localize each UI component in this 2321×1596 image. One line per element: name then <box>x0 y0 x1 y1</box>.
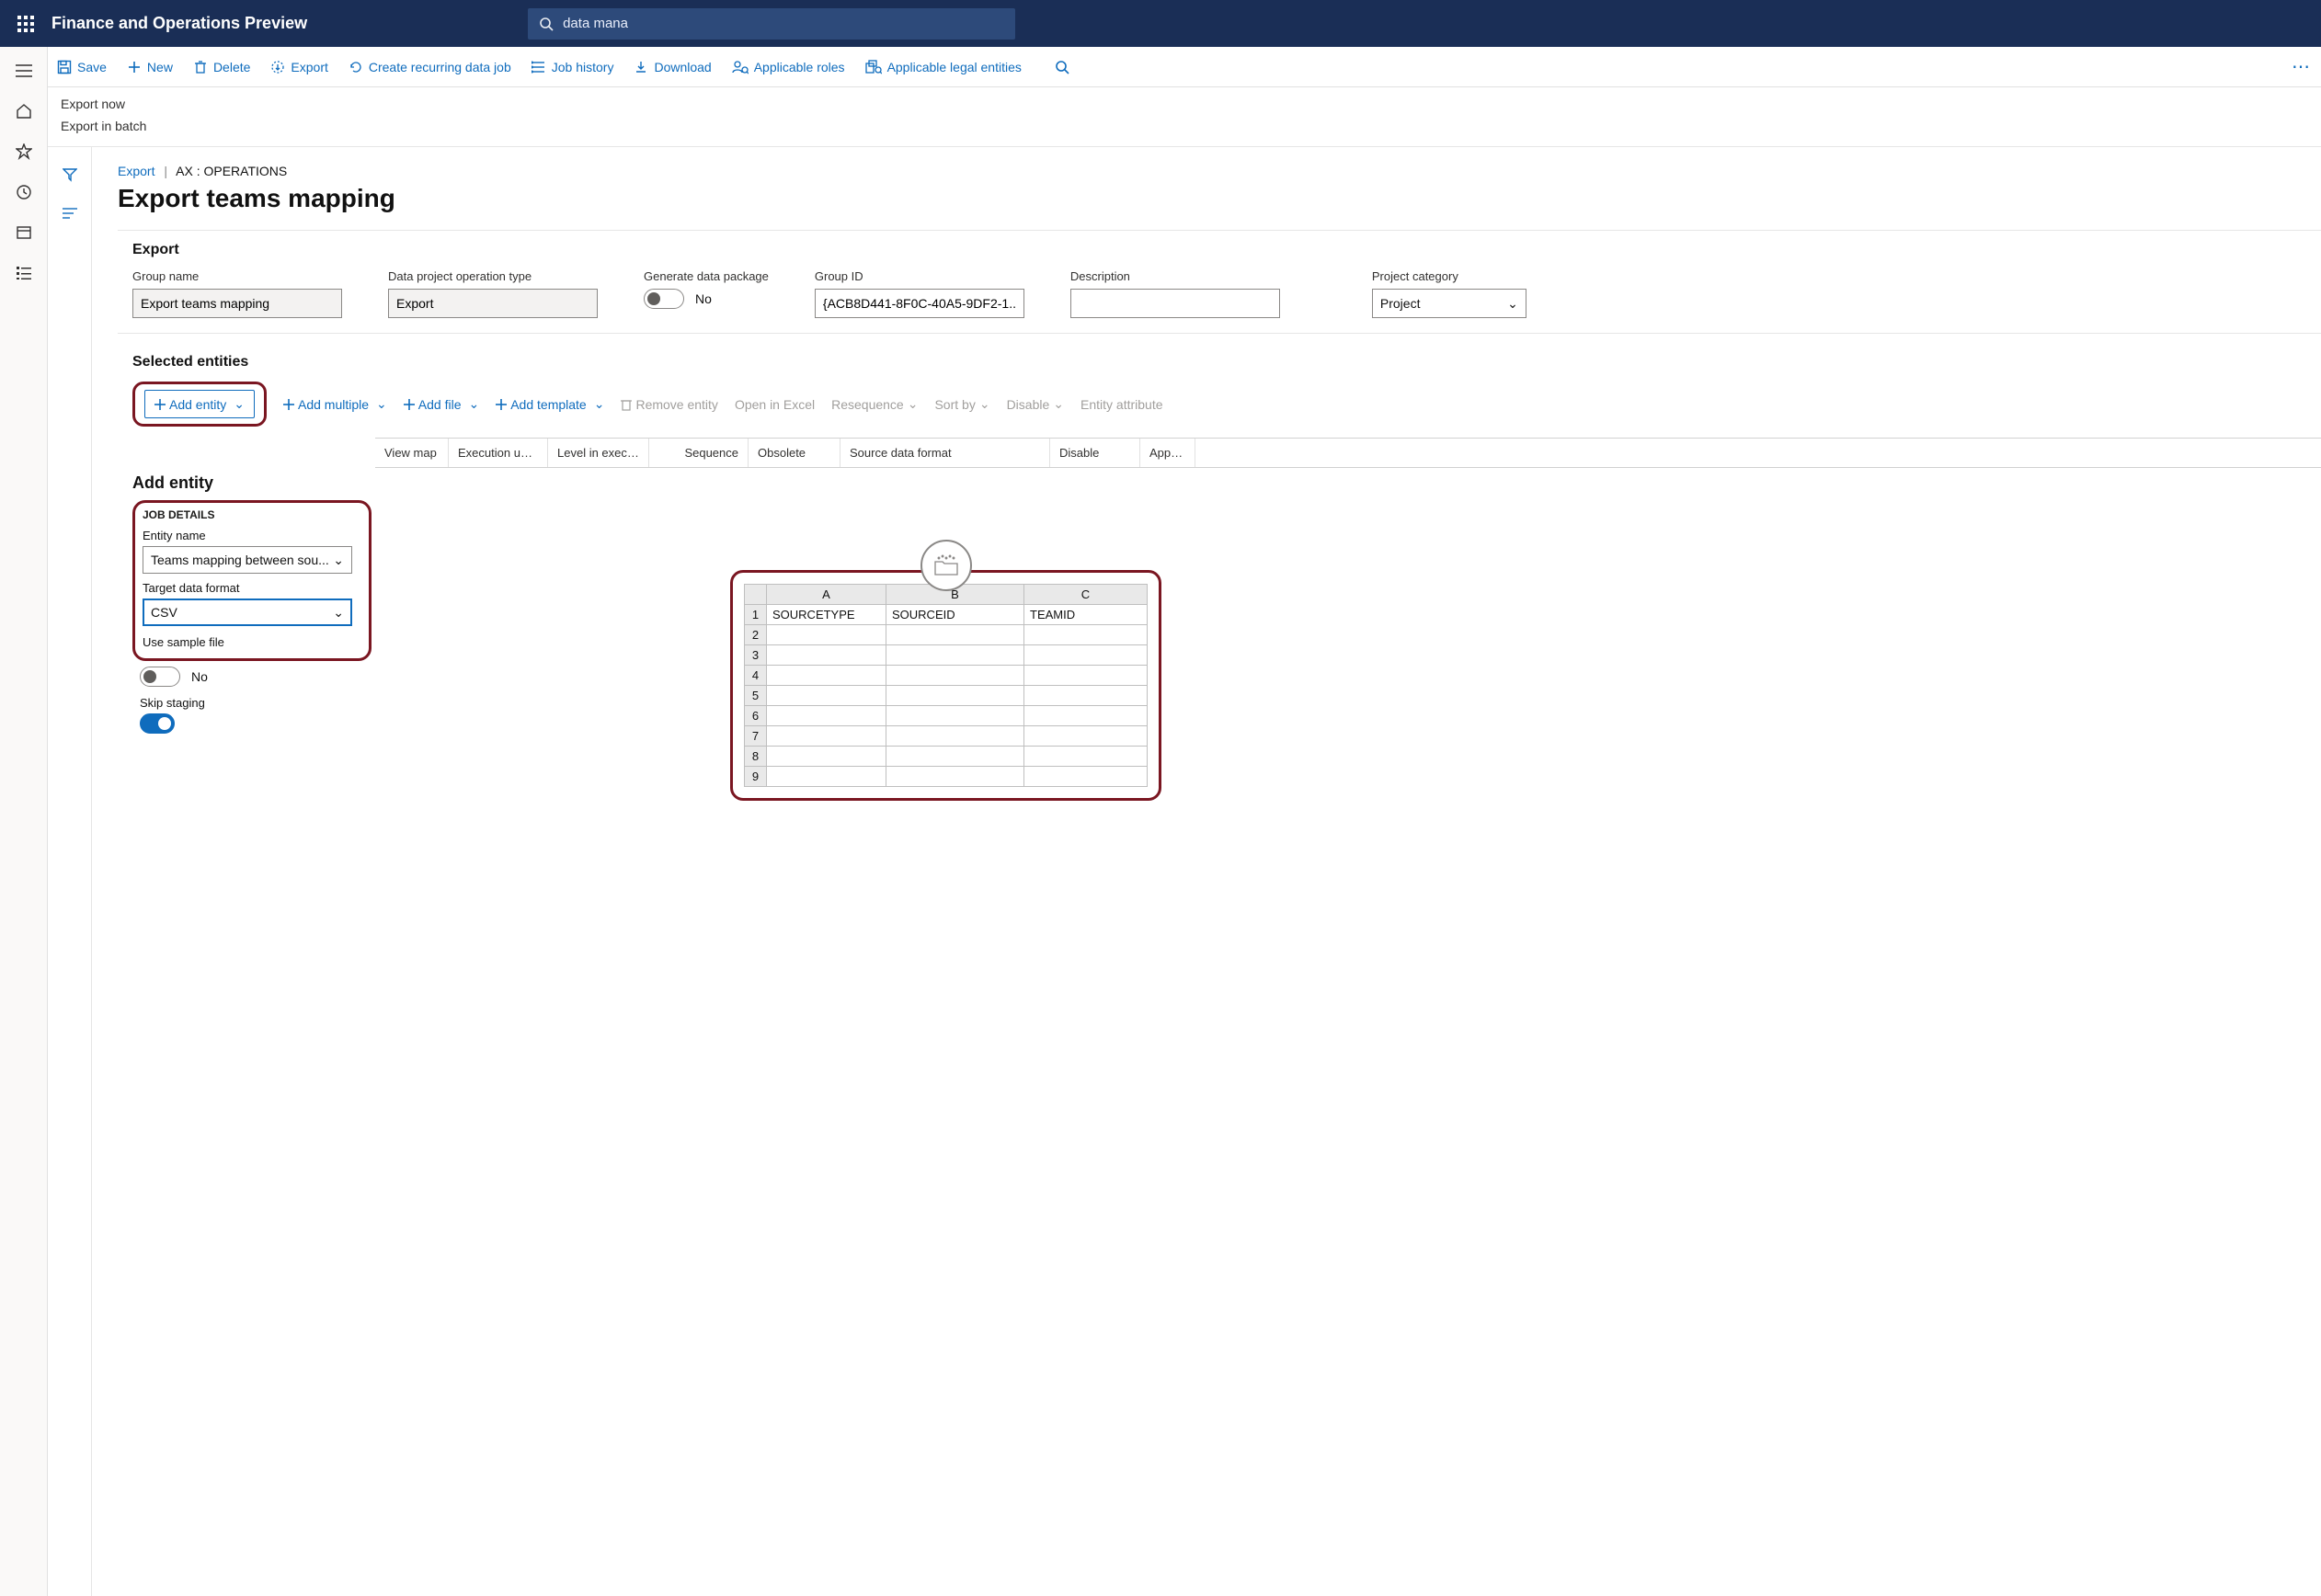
recent-icon[interactable] <box>6 174 42 211</box>
sort-by-button: Sort by⌄ <box>934 396 989 412</box>
add-entity-button[interactable]: Add entity ⌄ <box>144 390 255 418</box>
excel-header-teamid: TEAMID <box>1024 605 1148 625</box>
entity-name-label: Entity name <box>143 529 361 542</box>
excel-grid: A B C 1SOURCETYPESOURCEIDTEAMID 2 3 4 5 … <box>744 584 1148 787</box>
disable-button: Disable⌄ <box>1007 396 1064 412</box>
chevron-down-icon: ⌄ <box>234 396 245 412</box>
excel-col-c: C <box>1024 585 1148 605</box>
favorites-icon[interactable] <box>6 133 42 170</box>
col-disable[interactable]: Disable <box>1050 439 1140 467</box>
home-icon[interactable] <box>6 93 42 130</box>
target-format-select[interactable]: CSV ⌄ <box>143 598 352 626</box>
app-launcher-icon[interactable] <box>9 7 42 40</box>
col-sequence[interactable]: Sequence <box>649 439 749 467</box>
groupid-label: Group ID <box>815 269 1024 283</box>
group-name-label: Group name <box>132 269 342 283</box>
use-sample-label: Use sample file <box>143 635 361 649</box>
col-applicat[interactable]: Applicat <box>1140 439 1195 467</box>
group-name-input[interactable] <box>132 289 342 318</box>
breadcrumb-context: AX : OPERATIONS <box>176 164 287 178</box>
col-obsolete[interactable]: Obsolete <box>749 439 840 467</box>
chevron-down-icon: ⌄ <box>333 553 344 568</box>
search-icon <box>539 17 554 31</box>
applicable-entities-button[interactable]: Applicable legal entities <box>865 60 1022 74</box>
skip-staging-label: Skip staging <box>140 696 372 710</box>
add-template-button[interactable]: Add template⌄ <box>496 396 604 412</box>
modules-icon[interactable] <box>6 255 42 291</box>
excel-col-a: A <box>767 585 886 605</box>
export-now-link[interactable]: Export now <box>61 93 2308 115</box>
save-button[interactable]: Save <box>57 60 107 74</box>
more-actions-icon[interactable]: ⋯ <box>2292 55 2312 78</box>
groupid-input[interactable] <box>815 289 1024 318</box>
workspaces-icon[interactable] <box>6 214 42 251</box>
pkg-label: Generate data package <box>644 269 769 283</box>
filter-icon[interactable] <box>55 160 85 189</box>
col-src-format[interactable]: Source data format <box>840 439 1050 467</box>
search-text: data mana <box>563 16 628 31</box>
lines-icon[interactable] <box>55 199 85 228</box>
cat-label: Project category <box>1372 269 1526 283</box>
pkg-value: No <box>695 291 712 306</box>
app-title: Finance and Operations Preview <box>51 14 307 33</box>
new-button[interactable]: New <box>127 60 173 74</box>
chevron-down-icon: ⌄ <box>333 605 344 621</box>
recurring-job-button[interactable]: Create recurring data job <box>349 60 511 74</box>
desc-label: Description <box>1070 269 1280 283</box>
add-entity-panel-title: Add entity <box>132 473 372 493</box>
hamburger-icon[interactable] <box>6 52 42 89</box>
breadcrumb: Export | AX : OPERATIONS <box>118 164 2321 178</box>
excel-header-sourceid: SOURCEID <box>886 605 1024 625</box>
col-level[interactable]: Level in executi... <box>548 439 649 467</box>
delete-button[interactable]: Delete <box>193 60 250 74</box>
use-sample-value: No <box>191 669 208 684</box>
skip-staging-toggle[interactable] <box>140 713 175 734</box>
remove-entity-button: Remove entity <box>621 397 717 412</box>
resequence-button: Resequence⌄ <box>831 396 918 412</box>
op-type-input[interactable] <box>388 289 598 318</box>
project-category-select[interactable]: Project ⌄ <box>1372 289 1526 318</box>
page-title: Export teams mapping <box>118 184 2321 213</box>
add-multiple-button[interactable]: Add multiple⌄ <box>283 396 387 412</box>
excel-header-sourcetype: SOURCETYPE <box>767 605 886 625</box>
breadcrumb-export[interactable]: Export <box>118 164 154 178</box>
highlight-add-entity: Add entity ⌄ <box>132 382 267 427</box>
entity-name-select[interactable]: Teams mapping between sou... ⌄ <box>143 546 352 574</box>
job-details-label: JOB DETAILS <box>143 508 361 521</box>
col-exec-unit[interactable]: Execution unit ↑ <box>449 439 548 467</box>
highlight-excel: A B C 1SOURCETYPESOURCEIDTEAMID 2 3 4 5 … <box>730 570 1161 801</box>
entity-attribute-button: Entity attribute <box>1080 397 1163 412</box>
entity-grid-header: View map Execution unit ↑ Level in execu… <box>375 438 2321 468</box>
highlight-job-details: JOB DETAILS Entity name Teams mapping be… <box>132 500 372 661</box>
add-file-button[interactable]: Add file⌄ <box>404 396 479 412</box>
job-history-button[interactable]: Job history <box>532 60 614 74</box>
description-input[interactable] <box>1070 289 1280 318</box>
op-type-label: Data project operation type <box>388 269 598 283</box>
generate-package-toggle[interactable] <box>644 289 684 309</box>
use-sample-toggle[interactable] <box>140 667 180 687</box>
import-folder-icon <box>920 540 972 591</box>
download-button[interactable]: Download <box>634 60 711 74</box>
excel-preview: A B C 1SOURCETYPESOURCEIDTEAMID 2 3 4 5 … <box>730 570 1161 801</box>
col-view-map[interactable]: View map <box>375 439 449 467</box>
open-in-excel-button: Open in Excel <box>735 397 815 412</box>
chevron-down-icon: ⌄ <box>1507 296 1518 312</box>
selected-entities-title: Selected entities <box>118 348 2321 376</box>
export-button[interactable]: Export <box>270 60 327 74</box>
target-format-label: Target data format <box>143 581 361 595</box>
global-search-input[interactable]: data mana <box>528 8 1015 40</box>
find-button[interactable] <box>1055 60 1075 74</box>
export-in-batch-link[interactable]: Export in batch <box>61 115 2308 137</box>
applicable-roles-button[interactable]: Applicable roles <box>732 60 845 74</box>
section-export-title: Export <box>118 231 2321 269</box>
